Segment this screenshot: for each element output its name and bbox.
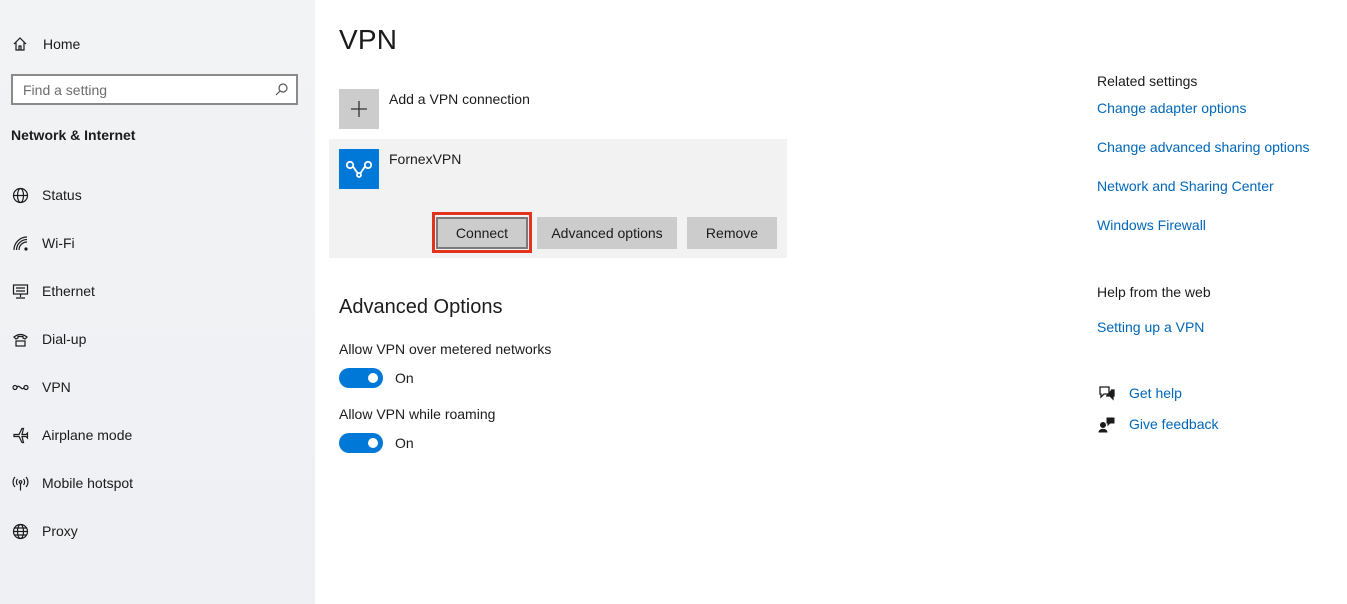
sidebar-item-label: Airplane mode — [42, 427, 133, 443]
roaming-toggle-row: On — [339, 433, 414, 453]
home-label: Home — [43, 36, 81, 52]
sidebar-item-label: Ethernet — [42, 283, 95, 299]
search-box[interactable] — [11, 74, 298, 105]
wifi-icon — [11, 234, 29, 252]
vpn-connection-card[interactable]: FornexVPN Connect Advanced options Remov… — [329, 139, 787, 258]
sidebar-home[interactable]: Home — [11, 33, 80, 55]
search-icon[interactable] — [274, 83, 288, 97]
sidebar-item-airplane[interactable]: Airplane mode — [11, 424, 301, 446]
metered-toggle[interactable] — [339, 368, 383, 388]
vpn-connection-name: FornexVPN — [389, 151, 462, 167]
home-icon — [11, 35, 29, 53]
toggle-knob — [368, 373, 378, 383]
sidebar: Home Network & Internet Status Wi-Fi Eth… — [0, 0, 315, 604]
windows-firewall-link[interactable]: Windows Firewall — [1097, 217, 1206, 233]
give-feedback-link[interactable]: Give feedback — [1129, 416, 1219, 432]
ethernet-icon — [11, 282, 29, 300]
hotspot-icon — [11, 474, 29, 492]
globe-icon — [11, 522, 29, 540]
airplane-icon — [11, 426, 29, 444]
vpn-connection-icon — [339, 149, 379, 189]
get-help-link[interactable]: Get help — [1129, 385, 1182, 401]
metered-toggle-state: On — [395, 370, 414, 386]
add-vpn-connection[interactable]: Add a VPN connection — [339, 89, 530, 129]
sidebar-item-label: Status — [42, 187, 82, 203]
advanced-options-title: Advanced Options — [339, 296, 503, 318]
toggle-knob — [368, 438, 378, 448]
sidebar-item-wifi[interactable]: Wi-Fi — [11, 232, 301, 254]
metered-option-label: Allow VPN over metered networks — [339, 341, 552, 357]
sidebar-item-status[interactable]: Status — [11, 184, 301, 206]
sidebar-item-label: Dial-up — [42, 331, 87, 347]
sidebar-item-mobile-hotspot[interactable]: Mobile hotspot — [11, 472, 301, 494]
plus-icon — [351, 101, 367, 117]
section-title: Network & Internet — [11, 127, 136, 143]
sidebar-item-proxy[interactable]: Proxy — [11, 520, 301, 542]
globe-status-icon — [11, 186, 29, 204]
search-input[interactable] — [23, 81, 274, 98]
chat-help-icon — [1097, 384, 1115, 402]
sidebar-item-label: Wi-Fi — [42, 235, 75, 251]
sidebar-item-dialup[interactable]: Dial-up — [11, 328, 301, 350]
network-sharing-center-link[interactable]: Network and Sharing Center — [1097, 178, 1274, 194]
feedback-icon — [1097, 415, 1115, 433]
vpn-icon — [11, 378, 29, 396]
sidebar-item-ethernet[interactable]: Ethernet — [11, 280, 301, 302]
setting-up-vpn-link[interactable]: Setting up a VPN — [1097, 319, 1204, 335]
help-from-web-heading: Help from the web — [1097, 284, 1211, 300]
connect-button[interactable]: Connect — [436, 217, 528, 249]
dialup-icon — [11, 330, 29, 348]
roaming-toggle-state: On — [395, 435, 414, 451]
remove-button[interactable]: Remove — [687, 217, 777, 249]
get-help-row[interactable]: Get help — [1097, 384, 1182, 402]
sidebar-item-vpn[interactable]: VPN — [11, 376, 301, 398]
change-adapter-options-link[interactable]: Change adapter options — [1097, 100, 1246, 116]
give-feedback-row[interactable]: Give feedback — [1097, 415, 1219, 433]
roaming-toggle[interactable] — [339, 433, 383, 453]
change-sharing-options-link[interactable]: Change advanced sharing options — [1097, 139, 1310, 155]
related-settings-heading: Related settings — [1097, 73, 1198, 89]
add-tile[interactable] — [339, 89, 379, 129]
sidebar-item-label: VPN — [42, 379, 71, 395]
sidebar-item-label: Proxy — [42, 523, 78, 539]
page-title: VPN — [339, 24, 398, 55]
metered-toggle-row: On — [339, 368, 414, 388]
roaming-option-label: Allow VPN while roaming — [339, 406, 496, 422]
add-vpn-label: Add a VPN connection — [389, 91, 530, 107]
sidebar-item-label: Mobile hotspot — [42, 475, 134, 491]
advanced-options-button[interactable]: Advanced options — [537, 217, 677, 249]
